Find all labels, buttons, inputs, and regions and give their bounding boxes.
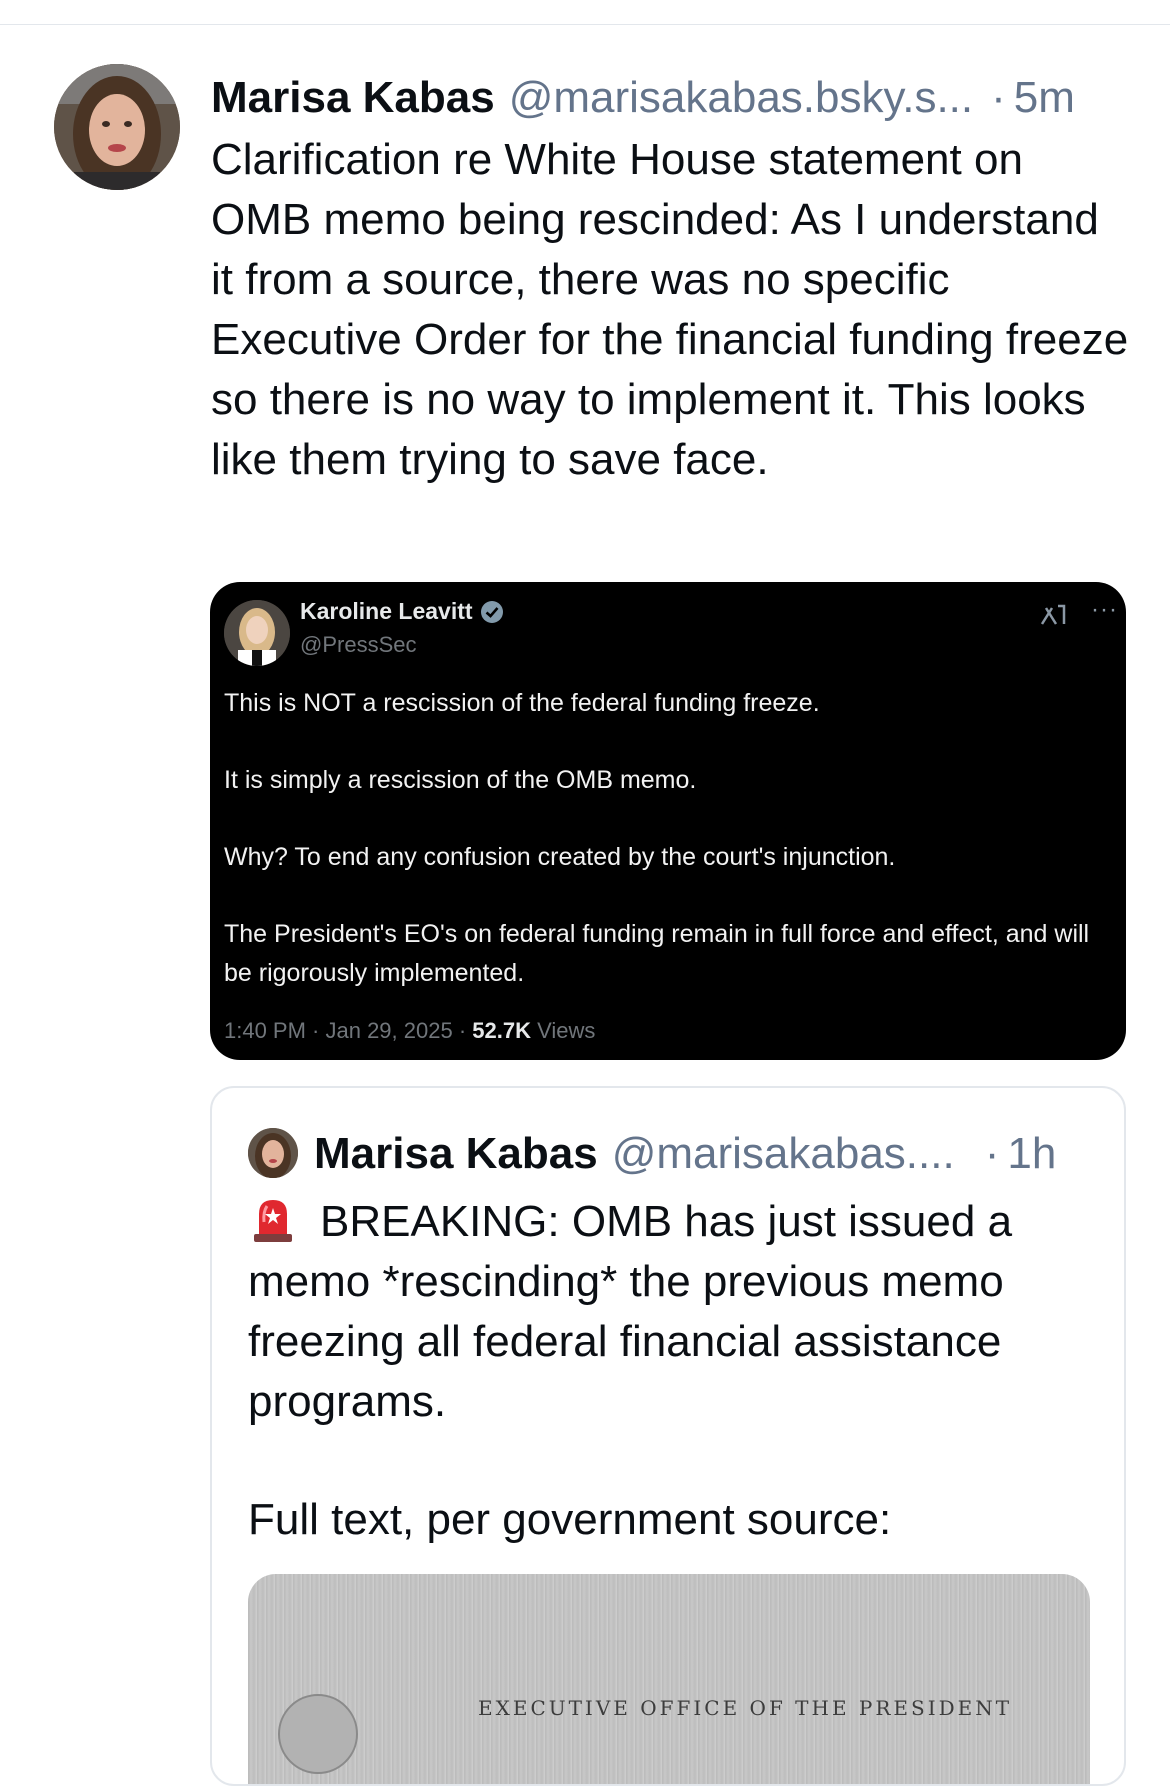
quoted-text: BREAKING: OMB has just issued a memo *re…	[248, 1192, 1108, 1432]
author-name[interactable]: Marisa Kabas	[211, 70, 495, 126]
quoted-author-handle[interactable]: @marisakabas....	[612, 1126, 955, 1182]
quoted-header: Marisa Kabas @marisakabas.... · 1h	[314, 1126, 1104, 1182]
embedded-paragraph: It is simply a rescission of the OMB mem…	[224, 766, 697, 794]
separator-dot: ·	[991, 73, 1006, 122]
quoted-author-name[interactable]: Marisa Kabas	[314, 1126, 598, 1182]
top-divider	[0, 24, 1170, 25]
embedded-views-count: 52.7K	[472, 1018, 531, 1043]
quoted-avatar[interactable]	[248, 1128, 298, 1178]
quoted-text-body: BREAKING: OMB has just issued a memo *re…	[248, 1197, 1013, 1426]
author-handle[interactable]: @marisakabas.bsky.s...	[509, 70, 973, 126]
post-time[interactable]: 5m	[1014, 70, 1075, 126]
quoted-post[interactable]: Marisa Kabas @marisakabas.... · 1h BREAK…	[210, 1086, 1126, 1786]
embedded-body: This is NOT a rescission of the federal …	[224, 684, 1104, 993]
grok-icon	[1038, 600, 1068, 630]
siren-emoji-icon	[248, 1194, 298, 1244]
quoted-text-second: Full text, per government source:	[248, 1495, 892, 1544]
embedded-paragraph: The President's EO's on federal funding …	[224, 920, 1090, 987]
embedded-author-handle: @PressSec	[300, 632, 417, 657]
embedded-author-name: Karoline Leavitt	[300, 598, 473, 624]
document-image[interactable]: EXECUTIVE OFFICE OF THE PRESIDENT	[248, 1574, 1090, 1784]
embedded-timestamp: 1:40 PM · Jan 29, 2025 ·	[224, 1018, 473, 1043]
avatar[interactable]	[54, 64, 180, 190]
embedded-screenshot[interactable]: Karoline Leavitt @PressSec ··· This is N…	[210, 582, 1126, 1060]
separator-dot: ·	[984, 1129, 1000, 1178]
embedded-paragraph: This is NOT a rescission of the federal …	[224, 689, 820, 717]
embedded-avatar	[224, 600, 290, 666]
embedded-views-label: Views	[530, 1018, 596, 1043]
more-icon: ···	[1091, 596, 1118, 623]
seal-image	[278, 1694, 358, 1774]
embedded-meta: 1:40 PM · Jan 29, 2025 · 52.7K Views	[224, 1018, 595, 1044]
embedded-paragraph: Why? To end any confusion created by the…	[224, 843, 896, 871]
post-text: Clarification re White House statement o…	[211, 135, 1129, 484]
quoted-time[interactable]: 1h	[1007, 1126, 1056, 1182]
post-header: Marisa Kabas @marisakabas.bsky.s... · 5m	[211, 70, 1126, 126]
embedded-author: Karoline Leavitt	[300, 598, 505, 625]
document-image-caption: EXECUTIVE OFFICE OF THE PRESIDENT	[478, 1696, 1013, 1720]
verified-badge-icon	[479, 599, 505, 625]
